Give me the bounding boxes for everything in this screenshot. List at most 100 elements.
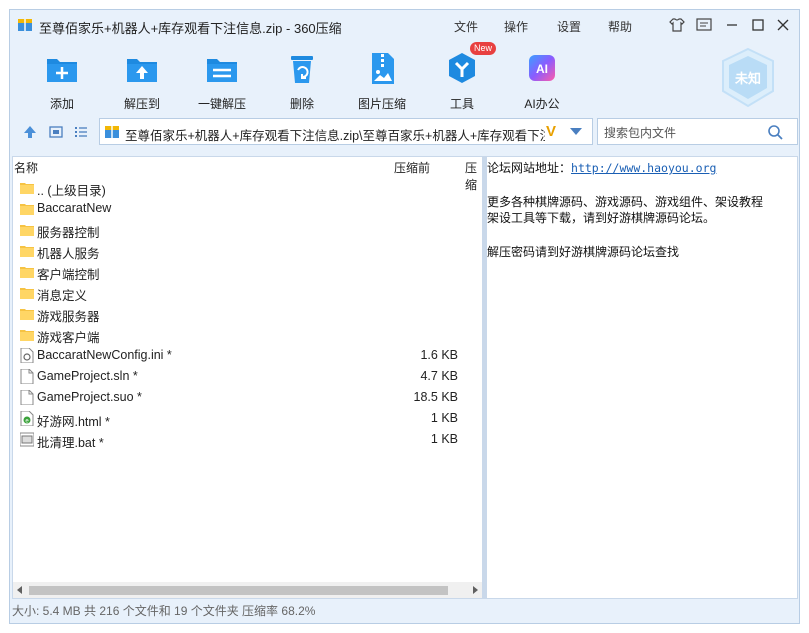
thumbnail-view-icon[interactable] (49, 125, 63, 139)
list-view-icon[interactable] (74, 125, 88, 139)
row-size: 4.7 KB (420, 369, 458, 383)
file-row[interactable]: BaccaratNewConfig.ini * 1.6 KB (13, 345, 482, 366)
archive-comment-pane: 论坛网站地址：http://www.haoyou.org 更多各种棋牌源码、游戏… (486, 156, 798, 599)
row-size: 1 KB (430, 411, 458, 425)
html-file-icon: e (20, 410, 34, 427)
folder-icon (20, 243, 34, 258)
column-header-size-before[interactable]: 压缩前 (394, 159, 430, 176)
row-name: BaccaratNewConfig.ini * (37, 348, 172, 362)
delete-label: 删除 (289, 97, 314, 111)
folder-row[interactable]: 消息定义 (13, 282, 482, 303)
row-name: 机器人服务 (37, 247, 100, 261)
row-name: 游戏服务器 (37, 310, 100, 324)
image-compress-button[interactable]: 图片压缩 (342, 44, 422, 112)
unknown-label: 未知 (734, 71, 761, 86)
close-icon[interactable] (774, 16, 792, 34)
folder-icon (20, 201, 34, 216)
folder-row[interactable]: .. (上级目录) (13, 177, 482, 198)
row-name: 游戏客户端 (37, 331, 100, 345)
delete-button[interactable]: 删除 (262, 44, 342, 112)
tools-button[interactable]: New 工具 (422, 42, 502, 112)
file-row[interactable]: GameProject.suo * 18.5 KB (13, 387, 482, 408)
archive-app-icon (18, 19, 32, 31)
address-bar[interactable]: 至尊佰家乐+机器人+库存观看下注信息.zip\至尊百家乐+机器人+库存观看下注 … (99, 118, 593, 145)
folder-icon (20, 222, 34, 237)
skin-icon[interactable] (668, 16, 686, 34)
file-row[interactable]: 批清理.bat * 1 KB (13, 429, 482, 450)
folder-row[interactable]: 机器人服务 (13, 240, 482, 261)
folder-icon (20, 264, 34, 279)
unknown-status-badge[interactable]: 未知 (718, 46, 778, 110)
add-icon (47, 59, 77, 82)
row-name: 服务器控制 (37, 226, 100, 240)
add-label: 添加 (49, 97, 74, 111)
menu-file[interactable]: 文件 (454, 18, 478, 35)
row-name: 好游网.html * (37, 415, 110, 429)
extract-to-label: 解压到 (123, 97, 160, 111)
folder-row[interactable]: 服务器控制 (13, 219, 482, 240)
row-size: 18.5 KB (413, 390, 458, 404)
config-file-icon (20, 347, 34, 364)
scroll-thumb[interactable] (29, 586, 448, 595)
tools-label: 工具 (449, 97, 474, 111)
column-header-name[interactable]: 名称 (14, 159, 38, 176)
file-row[interactable]: e 好游网.html * 1 KB (13, 408, 482, 429)
scroll-left-icon[interactable] (17, 586, 22, 594)
ai-icon-glyph: AI (536, 62, 548, 76)
window-title: 至尊佰家乐+机器人+库存观看下注信息.zip - 360压缩 (39, 21, 342, 36)
new-badge: New (470, 42, 497, 55)
image-compress-icon (372, 53, 394, 84)
tools-icon (449, 53, 475, 83)
navigation-bar: 至尊佰家乐+机器人+库存观看下注信息.zip\至尊百家乐+机器人+库存观看下注 … (10, 118, 799, 146)
row-name: .. (上级目录) (37, 184, 106, 198)
row-name: GameProject.sln * (37, 369, 138, 383)
batch-file-icon (19, 432, 35, 447)
one-click-extract-icon (207, 59, 237, 82)
horizontal-scrollbar[interactable] (13, 582, 482, 598)
address-dropdown-icon[interactable] (570, 128, 582, 135)
comment-line-3: 架设工具等下载，请到好游棋牌源码论坛。 (487, 211, 716, 225)
forum-label: 论坛网站地址： (487, 161, 572, 175)
folder-row[interactable]: 客户端控制 (13, 261, 482, 282)
folder-row[interactable]: BaccaratNew (13, 198, 482, 219)
app-window: 至尊佰家乐+机器人+库存观看下注信息.zip - 360压缩 文件 操作 设置 … (9, 9, 800, 624)
ai-office-icon: AI (529, 55, 555, 81)
ai-office-button[interactable]: AI AI办公 (502, 44, 582, 112)
folder-row[interactable]: 游戏客户端 (13, 324, 482, 345)
forum-link[interactable]: http://www.haoyou.org (571, 161, 716, 175)
file-row[interactable]: GameProject.sln * 4.7 KB (13, 366, 482, 387)
menu-help[interactable]: 帮助 (608, 18, 632, 35)
folder-icon (20, 285, 34, 300)
comment-line-1: 论坛网站地址：http://www.haoyou.org (487, 159, 716, 176)
status-bar-text: 大小: 5.4 MB 共 216 个文件和 19 个文件夹 压缩率 68.2% (12, 604, 316, 618)
row-name: BaccaratNew (37, 201, 112, 215)
comment-line-4: 解压密码请到好游棋牌源码论坛查找 (487, 245, 680, 259)
file-icon (20, 368, 34, 385)
folder-icon (20, 327, 34, 342)
folder-row[interactable]: 游戏服务器 (13, 303, 482, 324)
one-click-extract-label: 一键解压 (197, 97, 246, 111)
extract-to-icon (127, 59, 157, 82)
toolbar: 添加 解压到 一键解压 删除 图片压缩 New 工具 AI AI办公 未知 (10, 42, 799, 116)
feedback-icon[interactable] (695, 16, 713, 34)
up-arrow-icon[interactable] (23, 125, 37, 139)
extract-to-button[interactable]: 解压到 (102, 44, 182, 112)
scroll-right-icon[interactable] (473, 586, 478, 594)
maximize-icon[interactable] (749, 16, 767, 34)
ai-office-label: AI办公 (524, 97, 560, 111)
row-name: 批清理.bat * (37, 436, 104, 450)
one-click-extract-button[interactable]: 一键解压 (182, 44, 262, 112)
zip-file-icon (105, 126, 119, 138)
row-name: 客户端控制 (37, 268, 100, 282)
row-name: 消息定义 (37, 289, 88, 303)
search-input[interactable] (602, 123, 766, 142)
menu-operate[interactable]: 操作 (504, 18, 528, 35)
file-icon (20, 389, 34, 406)
row-size: 1 KB (430, 432, 458, 446)
minimize-icon[interactable] (723, 16, 741, 34)
address-path: 至尊佰家乐+机器人+库存观看下注信息.zip\至尊百家乐+机器人+库存观看下注 (125, 129, 545, 143)
add-button[interactable]: 添加 (22, 44, 102, 112)
menu-settings[interactable]: 设置 (557, 18, 581, 35)
search-box[interactable] (597, 118, 798, 145)
search-icon[interactable] (767, 124, 783, 140)
